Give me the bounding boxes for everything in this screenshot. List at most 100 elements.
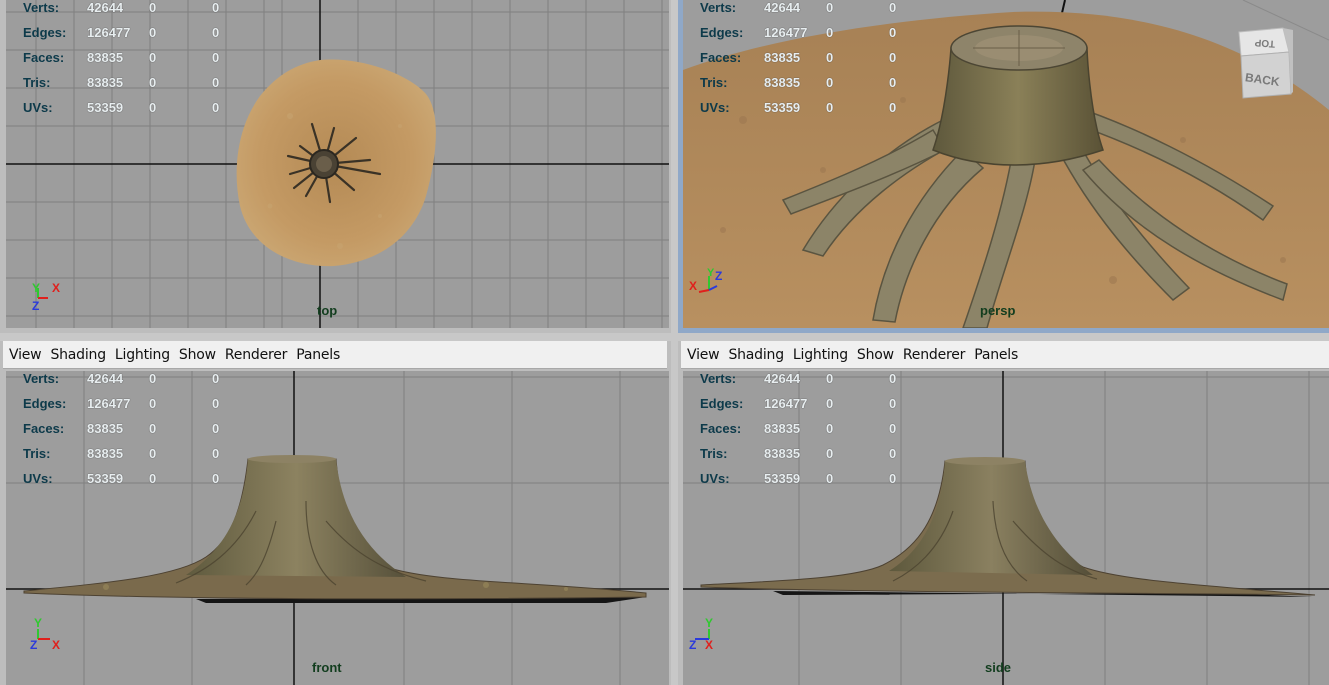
hud-value: 0 (149, 471, 157, 486)
hud-label: Faces: (23, 50, 65, 65)
hud-value: 42644 (87, 0, 124, 15)
tree-stump-side-view (700, 457, 1316, 597)
hud-value: 83835 (764, 421, 801, 436)
hud-value: 83835 (764, 50, 801, 65)
hud-value: 126477 (87, 396, 131, 411)
hud-value: 0 (826, 471, 834, 486)
axis-z-label: Z (715, 269, 722, 283)
hud-value: 0 (212, 396, 220, 411)
hud-value: 83835 (764, 75, 801, 90)
hud-value: 0 (149, 100, 157, 115)
hud-value: 83835 (87, 75, 124, 90)
axis-x-label: X (52, 281, 60, 295)
view-label-front: front (312, 660, 342, 675)
hud-value: 0 (826, 446, 834, 461)
axis-z-label: Z (32, 299, 39, 313)
hud-value: 0 (889, 0, 897, 15)
hud-value: 0 (826, 0, 834, 15)
hud-label: Faces: (700, 50, 742, 65)
viewport-panel-top[interactable]: Verts: 42644 0 0 Edges: 126477 0 0 Faces: 83835… (0, 0, 671, 333)
hud-label: Edges: (700, 396, 744, 411)
hud-label: Verts: (700, 0, 737, 15)
hud-value: 83835 (87, 446, 124, 461)
hud-value: 42644 (764, 371, 801, 386)
hud-value: 0 (212, 75, 220, 90)
hud-value: 126477 (87, 25, 131, 40)
hud-label: Faces: (23, 421, 65, 436)
hud-value: 53359 (87, 100, 124, 115)
hud-label: UVs: (23, 100, 53, 115)
hud-value: 0 (149, 446, 157, 461)
hud-value: 83835 (87, 421, 124, 436)
axis-z-label: Z (689, 638, 696, 652)
hud-label: UVs: (700, 471, 730, 486)
hud-label: Tris: (700, 446, 728, 461)
axis-y-label: Y (707, 267, 715, 279)
axis-y-label: Y (32, 281, 40, 295)
menu-panels[interactable]: Panels (296, 347, 340, 363)
hud-value: 0 (889, 371, 897, 386)
menu-renderer[interactable]: Renderer (225, 347, 288, 363)
menubar-front: View Shading Lighting Show Renderer Pane… (3, 341, 667, 369)
menu-panels[interactable]: Panels (974, 347, 1018, 363)
viewport-panel-side[interactable]: View Shading Lighting Show Renderer Pane… (678, 341, 1329, 685)
hud-label: Tris: (23, 75, 51, 90)
hud-value: 0 (826, 100, 834, 115)
viewport-persp[interactable]: TOP BACK Verts: 42644 0 0 Edges: 126477 0 0 Fa… (683, 0, 1329, 328)
hud-value: 0 (149, 50, 157, 65)
axis-x-label: X (705, 638, 713, 652)
viewport-top[interactable]: Verts: 42644 0 0 Edges: 126477 0 0 Faces: 83835… (6, 0, 669, 328)
axis-indicator-persp: Y X Z (687, 264, 731, 304)
view-label-top: top (317, 303, 338, 318)
tree-stump-front-view (23, 455, 647, 603)
menu-view[interactable]: View (687, 347, 720, 363)
hud-value: 0 (889, 396, 897, 411)
hud-value: 0 (889, 50, 897, 65)
menu-view[interactable]: View (9, 347, 42, 363)
viewcube[interactable]: TOP BACK (1231, 26, 1295, 102)
hud-value: 0 (889, 25, 897, 40)
viewport-side[interactable]: Verts: 42644 0 0 Edges: 126477 0 0 Faces: 83835… (683, 371, 1329, 685)
hud-label: Edges: (700, 25, 744, 40)
viewport-front[interactable]: Verts: 42644 0 0 Edges: 126477 0 0 Faces: 83835… (6, 371, 669, 685)
menubar-side: View Shading Lighting Show Renderer Pane… (681, 341, 1329, 369)
hud-value: 0 (149, 0, 157, 15)
menu-lighting[interactable]: Lighting (793, 347, 848, 363)
hud-value: 0 (212, 471, 220, 486)
axis-x-label: X (689, 279, 697, 293)
hud-label: Tris: (23, 446, 51, 461)
hud-value: 126477 (764, 396, 808, 411)
hud-value: 0 (212, 371, 220, 386)
hud-value: 0 (149, 25, 157, 40)
hud-label: Verts: (23, 371, 60, 386)
hud-value: 0 (212, 50, 220, 65)
viewport-panel-persp[interactable]: TOP BACK Verts: 42644 0 0 Edges: 126477 0 0 Fa… (678, 0, 1329, 333)
menu-show[interactable]: Show (857, 347, 894, 363)
hud-value: 0 (826, 396, 834, 411)
viewcube-top-face: TOP (1254, 36, 1275, 48)
hud-value: 0 (889, 100, 897, 115)
menu-lighting[interactable]: Lighting (115, 347, 170, 363)
hud-value: 0 (149, 75, 157, 90)
hud-value: 0 (826, 421, 834, 436)
hud-value: 0 (826, 25, 834, 40)
hud-value: 0 (826, 75, 834, 90)
menu-renderer[interactable]: Renderer (903, 347, 966, 363)
menu-shading[interactable]: Shading (50, 347, 106, 363)
menu-show[interactable]: Show (179, 347, 216, 363)
hud-value: 0 (889, 446, 897, 461)
hud-value: 53359 (764, 100, 801, 115)
hud-value: 42644 (87, 371, 124, 386)
axis-x-label: X (52, 638, 60, 652)
hud-value: 0 (212, 100, 220, 115)
hud-value: 0 (212, 25, 220, 40)
hud-value: 0 (212, 446, 220, 461)
menu-shading[interactable]: Shading (728, 347, 784, 363)
viewport-panel-front[interactable]: View Shading Lighting Show Renderer Pane… (0, 341, 671, 685)
view-label-persp: persp (980, 303, 1016, 318)
axis-z-label: Z (30, 638, 37, 652)
hud-value: 53359 (87, 471, 124, 486)
hud-label: Verts: (23, 0, 60, 15)
hud-value: 0 (826, 371, 834, 386)
tree-stump-top-view (236, 59, 436, 267)
